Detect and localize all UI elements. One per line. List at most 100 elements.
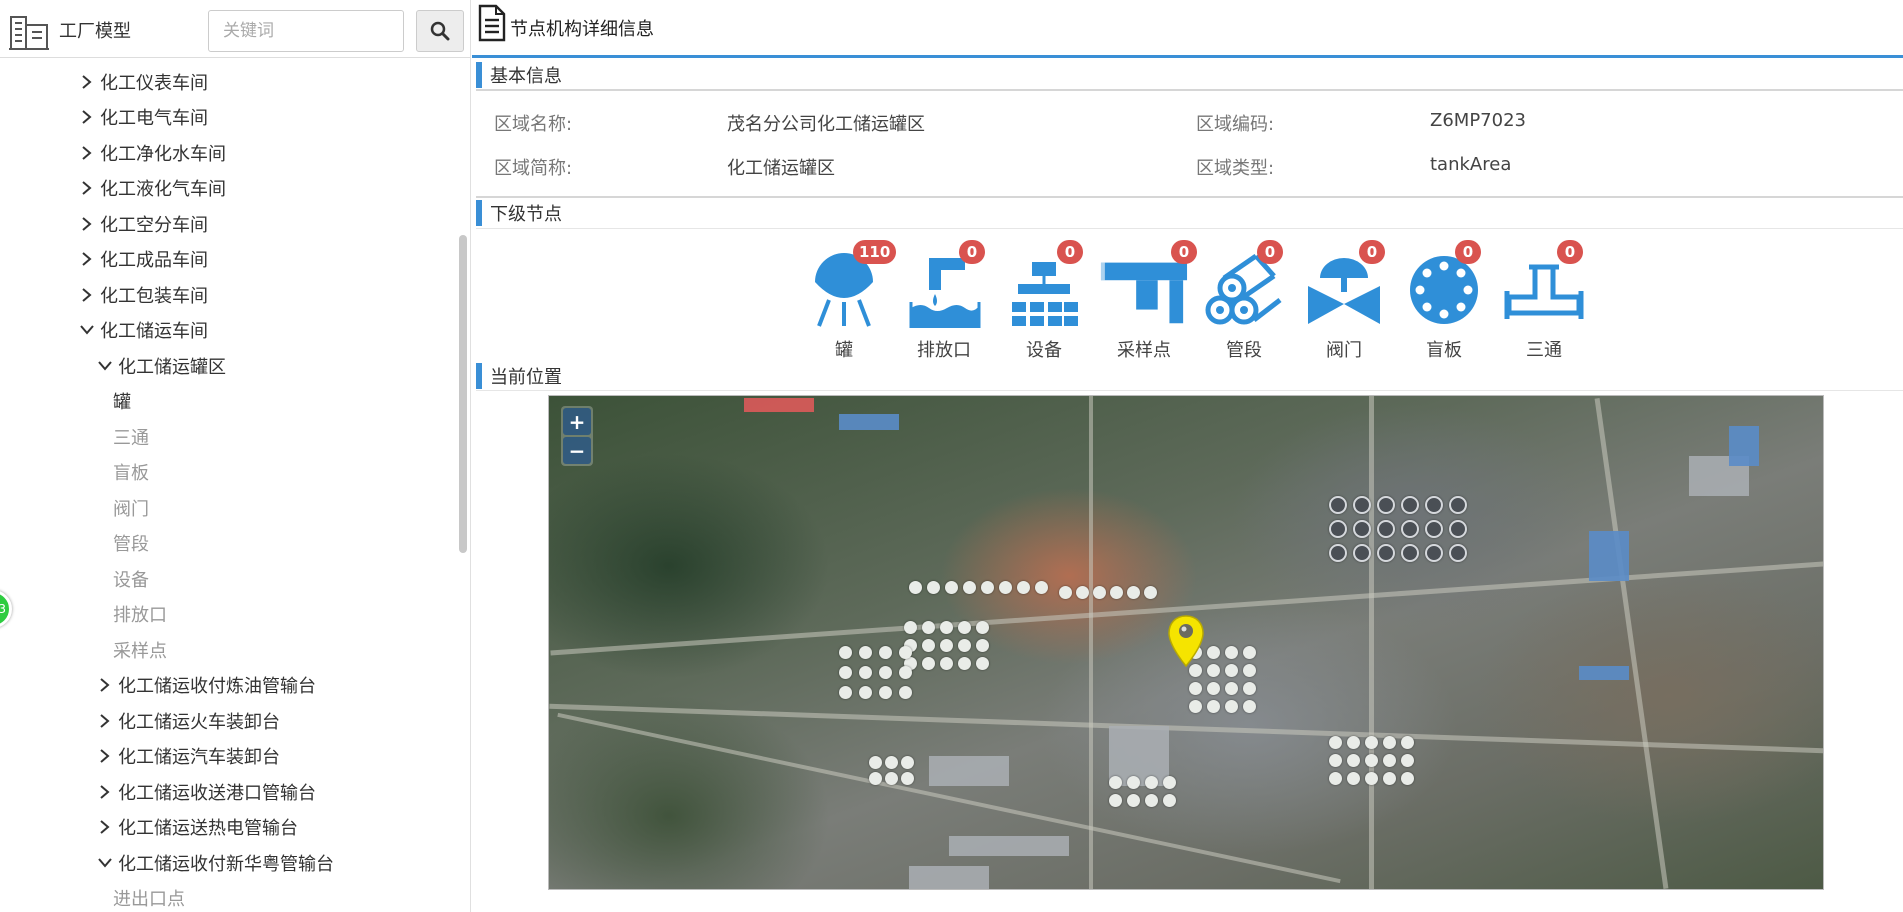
- child-node-tee[interactable]: 0 三通: [1499, 240, 1589, 370]
- map-tank: [1401, 544, 1419, 562]
- child-node-outlet[interactable]: 0 排放口: [899, 240, 989, 370]
- map-tank: [1365, 772, 1378, 785]
- node-count-badge: 0: [1057, 240, 1083, 264]
- chevron-right-icon[interactable]: [78, 250, 96, 268]
- tree-item[interactable]: 罐: [113, 384, 131, 418]
- area-type-value: tankArea: [1430, 154, 1512, 175]
- map-tank: [1353, 496, 1371, 514]
- floating-badge[interactable]: 3: [0, 590, 12, 628]
- child-node-pipe-segment[interactable]: 0 管段: [1199, 240, 1289, 370]
- area-code-label: 区域编码:: [1196, 114, 1275, 135]
- chevron-right-icon[interactable]: [78, 108, 96, 126]
- chevron-down-icon[interactable]: [78, 321, 96, 339]
- zoom-out-button[interactable]: −: [563, 437, 591, 464]
- tree-item-label: 设备: [113, 569, 149, 591]
- tree-item[interactable]: 三通: [113, 420, 149, 454]
- chevron-right-icon[interactable]: [78, 73, 96, 91]
- tree-item[interactable]: 化工净化水车间: [78, 136, 226, 170]
- map-tank: [1225, 646, 1238, 659]
- tree-item[interactable]: 化工储运送热电管输台: [96, 810, 298, 844]
- map-tank: [958, 639, 971, 652]
- map-tank: [859, 686, 872, 699]
- tree-item[interactable]: 化工包装车间: [78, 278, 208, 312]
- map-tank: [879, 646, 892, 659]
- child-node-equipment[interactable]: 0 设备: [999, 240, 1089, 370]
- map-tank: [999, 581, 1012, 594]
- section-divider: [476, 228, 1903, 229]
- tree-item[interactable]: 化工仪表车间: [78, 65, 208, 99]
- child-node-tank[interactable]: 110 罐: [799, 240, 897, 370]
- map-building: [839, 414, 899, 430]
- tree-item-label: 盲板: [113, 463, 149, 484]
- chevron-right-icon[interactable]: [78, 179, 96, 197]
- tree-item[interactable]: 化工储运火车装卸台: [96, 704, 280, 738]
- map-road: [1594, 398, 1669, 889]
- map-tank: [899, 686, 912, 699]
- tree-item[interactable]: 化工储运收付炼油管输台: [96, 668, 316, 702]
- map-tank: [1109, 776, 1122, 789]
- map-tank: [976, 657, 989, 670]
- tree-item[interactable]: 化工电气车间: [78, 100, 208, 134]
- chevron-right-icon[interactable]: [78, 144, 96, 162]
- map-tank: [1347, 736, 1360, 749]
- tree-item-label: 化工成品车间: [100, 250, 208, 271]
- tree-item[interactable]: 化工空分车间: [78, 207, 208, 241]
- location-marker-icon[interactable]: [1167, 614, 1205, 668]
- tree-item[interactable]: 化工液化气车间: [78, 171, 226, 205]
- tree-item-label: 化工包装车间: [100, 285, 208, 307]
- search-button[interactable]: [416, 10, 464, 52]
- chevron-down-icon[interactable]: [96, 357, 114, 375]
- tree-item-label: 阀门: [113, 498, 149, 520]
- node-count-badge: 110: [853, 240, 897, 264]
- map-building: [949, 836, 1069, 856]
- tree-item[interactable]: 化工储运罐区: [96, 349, 226, 383]
- tree-item[interactable]: 设备: [113, 562, 149, 596]
- map-road: [1089, 396, 1093, 889]
- chevron-right-icon[interactable]: [78, 286, 96, 304]
- node-detail-panel: 节点机构详细信息 基本信息 区域名称: 茂名分公司化工储运罐区 区域编码: Z6…: [472, 0, 1903, 912]
- map-tank: [901, 756, 914, 769]
- tree-item[interactable]: 进出口点: [113, 881, 185, 912]
- tree-scrollbar[interactable]: [459, 235, 467, 553]
- satellite-map[interactable]: + −: [548, 395, 1824, 890]
- tree-item-label: 进出口点: [113, 889, 185, 910]
- tree-item[interactable]: 采样点: [113, 633, 167, 667]
- map-tank: [1225, 700, 1238, 713]
- tree-item[interactable]: 化工储运收付新华粤管输台: [96, 846, 334, 880]
- child-node-blind-plate[interactable]: 0 盲板: [1399, 240, 1489, 370]
- map-tank: [1207, 646, 1220, 659]
- tree-item[interactable]: 化工成品车间: [78, 242, 208, 276]
- chevron-right-icon[interactable]: [96, 783, 114, 801]
- chevron-right-icon[interactable]: [96, 712, 114, 730]
- chevron-down-icon[interactable]: [96, 854, 114, 872]
- zoom-in-button[interactable]: +: [563, 408, 591, 435]
- map-building: [1729, 426, 1759, 466]
- child-node-sampling-point[interactable]: 0 采样点: [1099, 240, 1197, 370]
- tree-item[interactable]: 管段: [113, 526, 149, 560]
- tree-item[interactable]: 排放口: [113, 597, 167, 631]
- map-tank: [1347, 772, 1360, 785]
- tree-item-label: 化工空分车间: [100, 214, 208, 236]
- tree-item[interactable]: 化工储运车间: [78, 313, 208, 347]
- map-tank: [976, 639, 989, 652]
- chevron-right-icon[interactable]: [96, 676, 114, 694]
- node-label: 三通: [1526, 340, 1562, 361]
- search-input[interactable]: [208, 10, 404, 52]
- tree-item[interactable]: 化工储运汽车装卸台: [96, 739, 280, 773]
- chevron-right-icon[interactable]: [96, 818, 114, 836]
- map-tank: [1225, 664, 1238, 677]
- map-tank: [1243, 700, 1256, 713]
- map-tank: [940, 621, 953, 634]
- node-count-badge: 0: [1359, 240, 1385, 264]
- tree-item-label: 采样点: [113, 640, 167, 662]
- child-node-valve[interactable]: 0 阀门: [1299, 240, 1389, 370]
- node-label: 管段: [1226, 340, 1262, 361]
- map-tank: [899, 666, 912, 679]
- node-label: 盲板: [1426, 340, 1462, 361]
- tree-item[interactable]: 化工储运收送港口管输台: [96, 775, 316, 809]
- tree-item[interactable]: 盲板: [113, 455, 149, 489]
- tree-item[interactable]: 阀门: [113, 491, 149, 525]
- map-tank: [1207, 700, 1220, 713]
- chevron-right-icon[interactable]: [78, 215, 96, 233]
- chevron-right-icon[interactable]: [96, 747, 114, 765]
